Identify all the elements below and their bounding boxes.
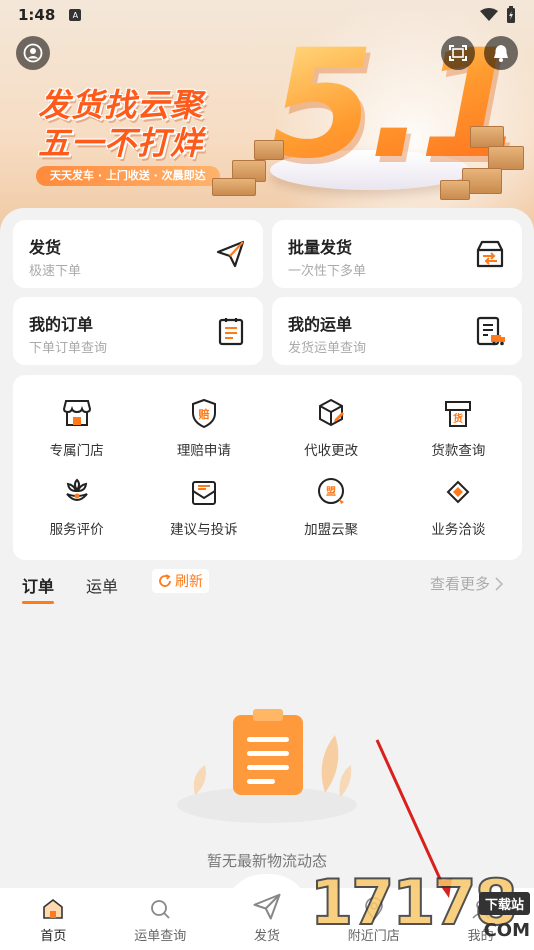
promo-banner[interactable]: 发货找云聚 五一不打烊 天天发车 · 上门收送 · 次晨即达 5.1 bbox=[0, 0, 534, 235]
package-edit-icon bbox=[319, 399, 345, 427]
home-icon bbox=[43, 898, 64, 919]
service-label: 加盟云聚 bbox=[304, 521, 359, 538]
refresh-button[interactable]: 刷新 bbox=[152, 569, 209, 593]
status-icons bbox=[480, 6, 516, 24]
watermark-tag: 下载站 bbox=[478, 892, 530, 915]
handshake-icon bbox=[446, 480, 470, 504]
card-ship[interactable]: 发货 极速下单 bbox=[13, 220, 263, 288]
bell-icon bbox=[494, 45, 508, 62]
paper-plane-icon bbox=[216, 240, 245, 268]
parcel-box bbox=[212, 178, 256, 196]
claim-shield-icon: 赔 bbox=[191, 399, 216, 429]
svg-text:盟: 盟 bbox=[326, 486, 336, 498]
parcel-box bbox=[254, 140, 284, 160]
refresh-label: 刷新 bbox=[175, 574, 203, 590]
user-icon bbox=[23, 43, 43, 63]
scan-button[interactable] bbox=[441, 36, 475, 70]
service-payment-query[interactable]: 货 货款查询 bbox=[395, 389, 522, 468]
waybill-truck-icon bbox=[476, 316, 505, 346]
notification-button[interactable] bbox=[484, 36, 518, 70]
parcel-box bbox=[440, 180, 470, 200]
site-watermark: 17178 下载站 COM bbox=[309, 871, 534, 950]
tab-orders[interactable]: 订单 bbox=[22, 573, 54, 597]
status-bar: 1:48 A bbox=[0, 0, 534, 30]
send-icon bbox=[253, 893, 281, 920]
watermark-suffix: COM bbox=[483, 920, 530, 941]
card-title: 我的订单 bbox=[29, 315, 94, 334]
mail-icon bbox=[191, 480, 216, 505]
nav-label: 运单查询 bbox=[134, 929, 187, 944]
banner-big-number: 5.1 bbox=[270, 18, 524, 192]
empty-state-illustration bbox=[177, 709, 357, 823]
service-label: 建议与投诉 bbox=[170, 521, 238, 538]
see-more-link[interactable]: 查看更多 bbox=[430, 573, 504, 594]
order-tabs: 订单 运单 刷新 查看更多 bbox=[0, 565, 534, 609]
service-join[interactable]: 盟 加盟云聚 bbox=[268, 468, 395, 547]
banner-title-line2: 五一不打烊 bbox=[38, 124, 204, 162]
card-title: 发货 bbox=[29, 238, 62, 257]
flower-rating-icon bbox=[65, 478, 88, 501]
wifi-icon bbox=[480, 8, 498, 21]
service-store[interactable]: 专属门店 bbox=[13, 389, 140, 468]
card-my-orders[interactable]: 我的订单 下单订单查询 bbox=[13, 297, 263, 365]
join-badge-icon: 盟 bbox=[318, 477, 345, 504]
parcel-box bbox=[488, 146, 524, 170]
nav-ship[interactable]: 发货 bbox=[214, 888, 321, 950]
service-label: 服务评价 bbox=[49, 521, 104, 538]
parcel-box bbox=[470, 126, 504, 148]
active-tab-indicator bbox=[22, 601, 54, 604]
profile-avatar-button[interactable] bbox=[16, 36, 50, 70]
store-icon bbox=[62, 400, 91, 427]
search-icon bbox=[151, 900, 170, 919]
card-title: 批量发货 bbox=[288, 238, 353, 257]
payment-icon: 货 bbox=[445, 401, 472, 428]
service-label: 货款查询 bbox=[431, 443, 486, 460]
status-time: 1:48 bbox=[18, 6, 56, 24]
card-subtitle: 一次性下多单 bbox=[288, 264, 367, 279]
service-feedback[interactable]: 建议与投诉 bbox=[140, 468, 267, 547]
svg-text:赔: 赔 bbox=[197, 407, 209, 421]
service-rating[interactable]: 服务评价 bbox=[13, 468, 140, 547]
banner-slogan: 天天发车 · 上门收送 · 次晨即达 bbox=[36, 166, 220, 186]
nav-label: 首页 bbox=[40, 929, 67, 944]
service-business[interactable]: 业务洽谈 bbox=[395, 468, 522, 547]
svg-text:货: 货 bbox=[453, 412, 463, 425]
service-label: 业务洽谈 bbox=[431, 521, 486, 538]
card-batch-ship[interactable]: 批量发货 一次性下多单 bbox=[272, 220, 522, 288]
service-claim[interactable]: 赔 理赔申请 bbox=[140, 389, 267, 468]
card-subtitle: 极速下单 bbox=[29, 264, 82, 279]
box-transfer-icon bbox=[476, 240, 504, 268]
see-more-label: 查看更多 bbox=[429, 575, 490, 593]
nav-home[interactable]: 首页 bbox=[0, 888, 107, 950]
service-grid: 专属门店 赔 理赔申请 代收更改 货 货款查询 服务评价 建议与投诉 盟 加盟云… bbox=[13, 375, 522, 560]
battery-icon bbox=[507, 6, 515, 23]
tab-waybills[interactable]: 运单 bbox=[86, 573, 118, 597]
refresh-icon bbox=[159, 574, 171, 587]
card-subtitle: 发货运单查询 bbox=[288, 341, 367, 356]
nav-label: 发货 bbox=[253, 929, 280, 944]
service-label: 代收更改 bbox=[304, 443, 359, 460]
nav-waybill-query[interactable]: 运单查询 bbox=[107, 888, 214, 950]
card-title: 我的运单 bbox=[288, 315, 353, 334]
notification-badge-icon: A bbox=[69, 9, 82, 21]
scan-icon bbox=[449, 45, 467, 61]
card-my-waybills[interactable]: 我的运单 发货运单查询 bbox=[272, 297, 522, 365]
service-cod-change[interactable]: 代收更改 bbox=[268, 389, 395, 468]
clipboard-icon bbox=[218, 318, 244, 346]
chevron-right-icon bbox=[495, 576, 504, 591]
service-label: 理赔申请 bbox=[176, 443, 231, 460]
card-subtitle: 下单订单查询 bbox=[29, 341, 108, 356]
service-label: 专属门店 bbox=[49, 443, 104, 460]
